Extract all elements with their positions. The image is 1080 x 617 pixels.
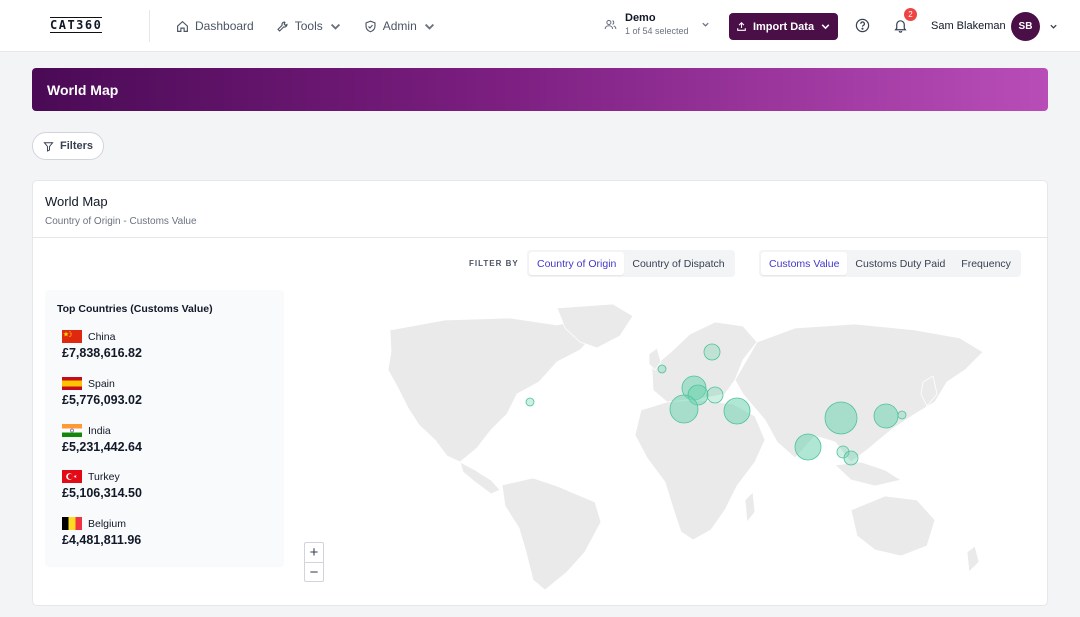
country-name: Belgium [88,517,126,530]
card-subtitle: Country of Origin - Customs Value [45,216,197,227]
page-title: World Map [47,81,119,98]
australia-shape [850,495,936,557]
main-nav: Dashboard Tools Admin [176,0,436,52]
world-map-card: World Map Country of Origin - Customs Va… [32,180,1048,606]
map-bubble-south-korea [873,403,899,429]
map-bubble-china [824,401,858,435]
organization-selector[interactable]: Demo 1 of 54 selected [604,12,709,36]
wrench-icon [276,20,288,32]
upload-icon [737,21,746,31]
central-america-shape [459,461,501,495]
organization-info: Demo 1 of 54 selected [625,12,689,36]
zoom-out-button[interactable]: − [305,562,323,581]
page-banner: World Map [32,68,1048,111]
header-divider [149,10,150,42]
nav-dashboard-label: Dashboard [195,19,254,33]
nav-tools[interactable]: Tools [276,19,342,33]
turkey-flag-icon [62,470,82,483]
home-icon [177,20,188,32]
nav-dashboard[interactable]: Dashboard [176,19,254,33]
import-data-label: Import Data [752,20,815,33]
map-zoom-controls: + − [304,542,324,582]
filter-icon [43,141,54,152]
top-countries-title: Top Countries (Customs Value) [57,303,213,315]
chevron-down-icon [821,24,830,30]
map-bubble-india [794,433,822,461]
chevron-down-icon [702,22,709,27]
list-item: India £5,231,442.64 [62,424,262,454]
country-value: £5,106,314.50 [62,486,142,500]
map-bubble-thailand [843,450,859,466]
list-item: China £7,838,616.82 [62,330,262,360]
metric-toggle-group: Customs Value Customs Duty Paid Frequenc… [759,250,1021,277]
map-bubble-germany [703,343,721,361]
top-countries-panel: Top Countries (Customs Value) China £7,8… [45,290,284,567]
southeast-asia-islands-shape [834,461,903,487]
top-navigation-bar: CAT360 Dashboard Tools Admin Demo 1 of 5… [0,0,1080,52]
tab-customs-duty-paid[interactable]: Customs Duty Paid [847,252,953,275]
nav-tools-label: Tools [294,19,323,33]
china-flag-icon [62,330,82,343]
tab-customs-value[interactable]: Customs Value [761,252,848,275]
belgium-flag-icon [62,517,82,530]
country-name: Spain [88,377,115,390]
country-value: £7,838,616.82 [62,346,142,360]
list-item: Spain £5,776,093.02 [62,377,262,407]
organization-name: Demo [625,12,656,24]
new-zealand-shape [966,545,980,573]
tab-country-of-dispatch[interactable]: Country of Dispatch [624,252,732,275]
chevron-down-icon[interactable] [1049,22,1058,31]
tab-country-of-origin[interactable]: Country of Origin [529,252,625,275]
list-item: Turkey £5,106,314.50 [62,470,262,500]
map-bubble-japan [897,410,907,420]
north-america-shape [387,317,596,463]
country-name: China [88,330,116,343]
map-bubble-usa [525,397,535,407]
user-name[interactable]: Sam Blakeman [931,20,1006,32]
country-value: £4,481,811.96 [62,533,142,547]
madagascar-shape [744,491,756,524]
origin-toggle-group: Country of Origin Country of Dispatch [527,250,735,277]
card-header: World Map Country of Origin - Customs Va… [33,181,1047,238]
help-icon[interactable] [855,18,870,33]
country-value: £5,776,093.02 [62,393,142,407]
map-bubble-spain [669,394,699,424]
chevron-down-icon [424,23,434,30]
map-bubble-uk [657,364,667,374]
asia-shape [734,323,984,463]
shield-icon [365,20,376,32]
south-america-shape [501,477,602,590]
land-masses [387,303,984,590]
filter-by-label: FILTER BY [469,259,519,268]
tab-frequency[interactable]: Frequency [953,252,1019,275]
app-logo[interactable]: CAT360 [50,17,103,33]
filters-button[interactable]: Filters [32,132,104,160]
map-bubble-turkey [723,397,751,425]
organization-selection-count: 1 of 54 selected [625,26,689,36]
chevron-down-icon [330,23,340,30]
country-value: £5,231,442.64 [62,440,142,454]
notification-bell-icon[interactable] [893,18,908,33]
list-item: Belgium £4,481,811.96 [62,517,262,547]
india-flag-icon [62,424,82,437]
zoom-in-button[interactable]: + [305,543,323,562]
users-icon [604,19,617,29]
nav-admin[interactable]: Admin [364,19,436,33]
import-data-button[interactable]: Import Data [729,13,838,40]
nav-admin-label: Admin [382,19,417,33]
spain-flag-icon [62,377,82,390]
filters-label: Filters [59,140,93,152]
country-name: India [88,424,111,437]
notification-badge: 2 [904,8,917,21]
country-name: Turkey [88,470,120,483]
card-title: World Map [45,194,108,209]
map-bubble-italy [706,386,724,404]
avatar[interactable]: SB [1011,12,1040,41]
world-map[interactable] [295,290,1035,590]
